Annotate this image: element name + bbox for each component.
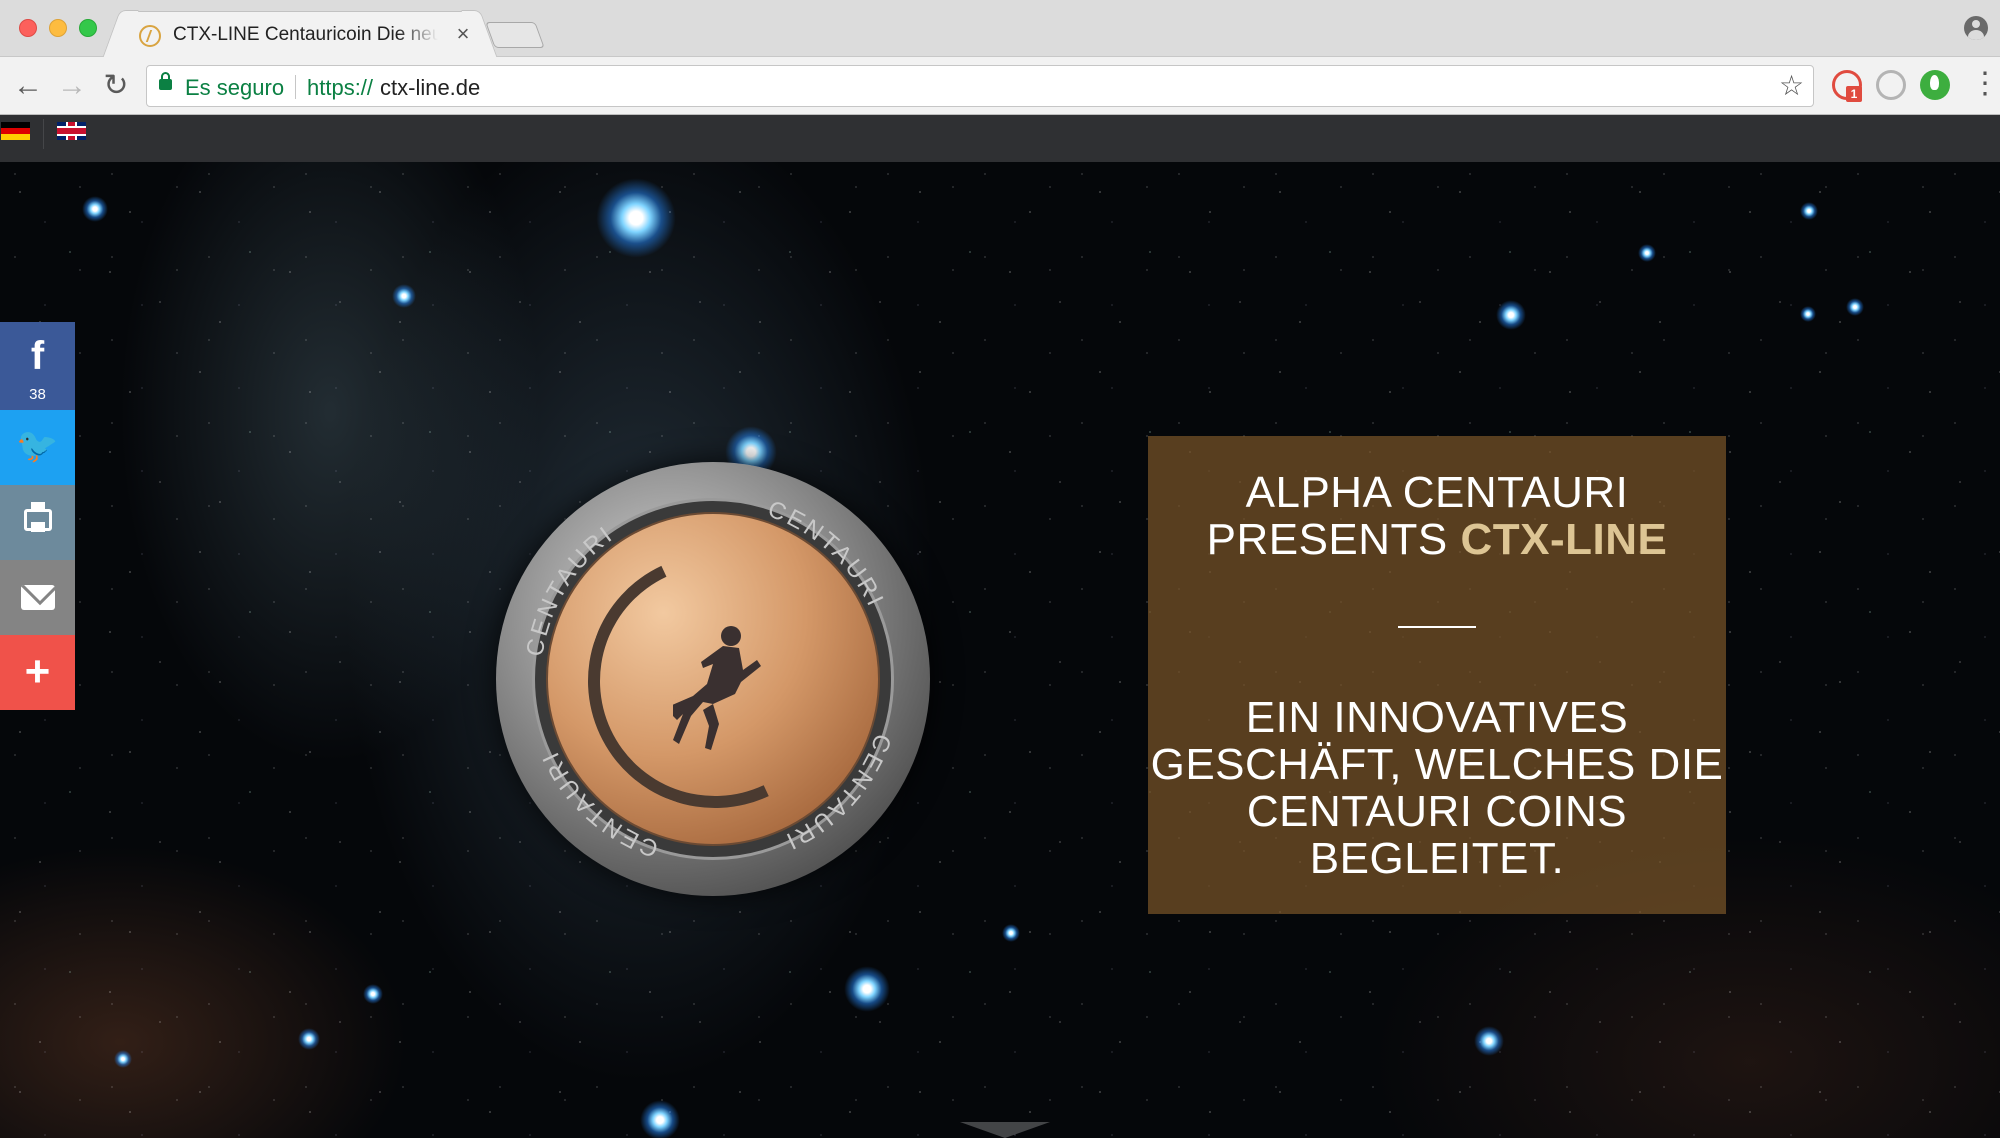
- url-host: ctx-line.de: [380, 75, 481, 100]
- bright-star: [363, 984, 383, 1004]
- window-zoom-button[interactable]: [79, 19, 97, 37]
- bright-star: [640, 1100, 680, 1138]
- bright-star: [392, 284, 416, 308]
- bright-star: [1638, 244, 1656, 262]
- email-share-button[interactable]: [0, 560, 75, 635]
- browser-tab-strip: CTX-LINE Centauricoin Die neue ×: [0, 0, 2000, 58]
- extension-icon-green[interactable]: [1920, 70, 1950, 100]
- bookmark-star-icon[interactable]: ☆: [1779, 70, 1804, 102]
- svg-text:CENTAURI: CENTAURI: [764, 496, 890, 613]
- coin-inscription: CENTAURI CENTAURI CENTAURI CENTAURI: [521, 496, 897, 863]
- omnibox-divider: [295, 75, 296, 99]
- security-label[interactable]: Es seguro: [185, 75, 284, 101]
- facebook-share-count: 38: [29, 386, 46, 403]
- tab-close-icon[interactable]: ×: [451, 21, 475, 46]
- tab-title: CTX-LINE Centauricoin Die neue: [173, 24, 438, 45]
- address-bar[interactable]: Es seguro https:// ctx-line.de ☆: [146, 65, 1814, 107]
- scroll-down-arrow-icon[interactable]: [960, 1122, 1050, 1138]
- site-favicon-icon: [139, 25, 161, 47]
- bright-star: [1474, 1026, 1504, 1056]
- language-divider: [43, 119, 44, 149]
- facebook-icon: f: [30, 334, 45, 378]
- printer-icon: [24, 502, 52, 532]
- bright-star: [844, 966, 890, 1012]
- browser-menu-icon[interactable]: ⋮: [1970, 69, 2000, 103]
- svg-text:CENTAURI: CENTAURI: [780, 730, 897, 856]
- window-close-button[interactable]: [19, 19, 37, 37]
- more-share-button[interactable]: +: [0, 635, 75, 710]
- reload-icon[interactable]: ↻: [99, 69, 133, 103]
- hero-title-highlight: CTX-LINE: [1460, 515, 1668, 564]
- bright-star: [1002, 924, 1020, 942]
- bright-star: [1800, 202, 1818, 220]
- facebook-share-button[interactable]: f 38: [0, 322, 75, 410]
- hero-info-panel: ALPHA CENTAURI PRESENTS CTX-LINE EIN INN…: [1148, 436, 1726, 914]
- panel-divider: [1398, 626, 1476, 628]
- bright-star: [114, 1050, 132, 1068]
- profile-avatar-icon[interactable]: [1964, 16, 1988, 40]
- lock-icon: [159, 72, 172, 90]
- envelope-icon: [21, 585, 55, 610]
- svg-text:CENTAURI: CENTAURI: [536, 746, 662, 863]
- browser-tab-active[interactable]: CTX-LINE Centauricoin Die neue ×: [120, 11, 480, 58]
- extension-badge: 1: [1846, 86, 1862, 102]
- german-flag-icon[interactable]: [1, 122, 30, 140]
- hero-title: ALPHA CENTAURI PRESENTS CTX-LINE: [1148, 469, 1726, 563]
- svg-text:CENTAURI: CENTAURI: [521, 520, 619, 658]
- centauri-coin-image: CENTAURI CENTAURI CENTAURI CENTAURI: [496, 462, 930, 896]
- bright-star: [298, 1028, 320, 1050]
- bright-star: [1846, 298, 1864, 316]
- extension-icon-gray[interactable]: [1876, 70, 1906, 100]
- twitter-share-button[interactable]: 🐦: [0, 410, 75, 485]
- hero-section: CENTAURI CENTAURI CENTAURI CENTAURI ALPH…: [0, 162, 2000, 1138]
- twitter-bird-icon: 🐦: [16, 427, 59, 465]
- plus-icon: +: [24, 647, 51, 696]
- bright-star: [82, 196, 108, 222]
- bright-star: [596, 178, 676, 258]
- forward-arrow-icon[interactable]: →: [55, 69, 89, 103]
- social-share-sidebar: f 38 🐦 +: [0, 322, 75, 710]
- new-tab-button[interactable]: [485, 22, 545, 48]
- hero-body-text: EIN INNOVATIVES GESCHÄFT, WELCHES DIE CE…: [1150, 693, 1724, 883]
- bright-star: [1496, 300, 1526, 330]
- window-minimize-button[interactable]: [49, 19, 67, 37]
- url-scheme: https://: [307, 75, 374, 100]
- print-button[interactable]: [0, 485, 75, 560]
- site-language-bar: [0, 115, 2000, 162]
- bright-star: [1800, 306, 1816, 322]
- hero-title-line2: PRESENTS: [1206, 515, 1461, 564]
- hero-title-line1: ALPHA CENTAURI: [1245, 468, 1629, 517]
- browser-toolbar: ← → ↻ Es seguro https:// ctx-line.de ☆ 1…: [0, 57, 2000, 115]
- uk-flag-icon[interactable]: [57, 122, 86, 140]
- back-arrow-icon[interactable]: ←: [11, 69, 45, 103]
